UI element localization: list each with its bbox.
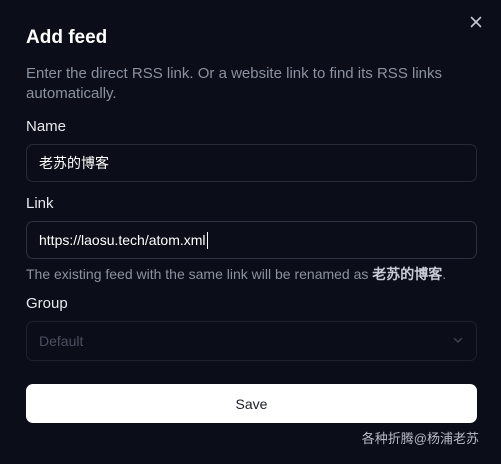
close-icon[interactable]	[468, 14, 484, 30]
link-hint: The existing feed with the same link wil…	[26, 265, 477, 283]
dialog-title: Add feed	[26, 27, 108, 48]
link-hint-suffix: .	[442, 266, 447, 282]
link-hint-feed-name: 老苏的博客	[372, 266, 443, 282]
watermark-text: 各种折腾@杨浦老苏	[361, 431, 479, 446]
link-input-value: https://laosu.tech/atom.xml	[39, 232, 206, 248]
save-button[interactable]: Save	[26, 384, 477, 423]
link-input[interactable]: https://laosu.tech/atom.xml	[26, 221, 477, 259]
group-label: Group	[26, 295, 68, 312]
name-label: Name	[26, 118, 67, 135]
dialog-description: Enter the direct RSS link. Or a website …	[26, 65, 442, 102]
name-input-value: 老苏的博客	[39, 155, 109, 171]
chevron-down-icon	[452, 333, 464, 349]
add-feed-dialog: Add feed Enter the direct RSS link. Or a…	[0, 0, 501, 464]
group-select[interactable]: Default	[26, 321, 477, 361]
group-select-placeholder: Default	[39, 333, 84, 349]
name-input[interactable]: 老苏的博客	[26, 144, 477, 182]
link-hint-text: The existing feed with the same link wil…	[26, 266, 373, 282]
text-caret	[206, 231, 208, 249]
link-label: Link	[26, 195, 54, 212]
